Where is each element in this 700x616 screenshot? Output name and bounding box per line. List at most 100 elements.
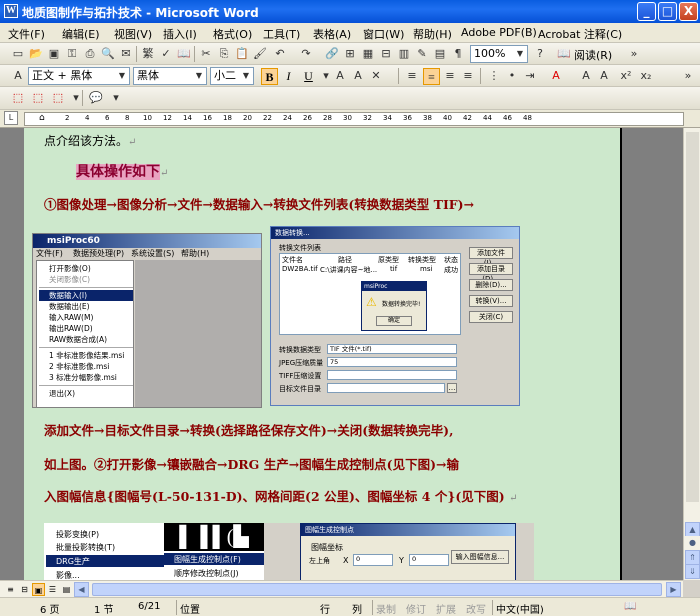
web-layout-icon[interactable]: ⊟ bbox=[18, 583, 31, 596]
toolbar-options-icon[interactable]: » bbox=[626, 46, 642, 62]
convert-and-email-icon[interactable]: ⬚ bbox=[30, 90, 46, 106]
horizontal-scrollbar[interactable]: ≡ ⊟ ▣ ☰ ▤ ◀ ▶ bbox=[0, 580, 683, 597]
font-color-icon[interactable]: A bbox=[548, 68, 564, 84]
font-size-combo[interactable]: 小二 ▼ bbox=[210, 67, 254, 85]
normal-view-icon[interactable]: ≡ bbox=[4, 583, 17, 596]
menu-insert[interactable]: 插入(I) bbox=[163, 26, 197, 42]
read-mode-icon[interactable]: 📖 bbox=[556, 46, 572, 62]
align-right-icon[interactable]: ≡ bbox=[442, 68, 458, 84]
menu-acrobat-comments[interactable]: Acrobat 注释(C) bbox=[538, 26, 622, 42]
status-overtype[interactable]: 改写 bbox=[466, 601, 486, 616]
italic-button[interactable]: I bbox=[280, 68, 297, 85]
status-record[interactable]: 录制 bbox=[376, 601, 396, 616]
print-layout-icon[interactable]: ▣ bbox=[32, 583, 45, 596]
comment-icon[interactable]: 💬 bbox=[88, 90, 104, 106]
ruler-strip[interactable]: ⌂ 2 4 6 8 10 12 14 16 18 20 22 24 26 28 … bbox=[24, 112, 684, 126]
new-document-icon[interactable]: ▭ bbox=[10, 46, 26, 62]
traditional-chinese-icon[interactable]: 繁 bbox=[140, 46, 156, 62]
toolbar-options-icon[interactable]: ▾ bbox=[108, 90, 124, 106]
style-combo[interactable]: 正文 + 黑体 ▼ bbox=[28, 67, 130, 85]
align-left-icon[interactable]: ≡ bbox=[404, 68, 420, 84]
grow-font-icon[interactable]: A bbox=[578, 68, 594, 84]
format-painter-icon[interactable]: 🖌 bbox=[252, 46, 268, 62]
word-app-icon[interactable]: W bbox=[4, 4, 18, 18]
scroll-right-button[interactable]: ▶ bbox=[666, 582, 681, 597]
drawing-icon[interactable]: ✎ bbox=[414, 46, 430, 62]
shrink-font-icon[interactable]: A bbox=[596, 68, 612, 84]
character-shading-icon[interactable]: A bbox=[350, 68, 366, 84]
undo-icon[interactable]: ↶ bbox=[272, 46, 288, 62]
convert-to-pdf-icon[interactable]: ⬚ bbox=[10, 90, 26, 106]
tables-borders-icon[interactable]: ⊞ bbox=[342, 46, 358, 62]
menu-table[interactable]: 表格(A) bbox=[313, 26, 351, 42]
insert-table-icon[interactable]: ▦ bbox=[360, 46, 376, 62]
zoom-combo[interactable]: 100% ▼ bbox=[470, 45, 528, 63]
chevron-down-icon[interactable]: ▼ bbox=[116, 69, 128, 83]
spelling-icon[interactable]: ✓ bbox=[158, 46, 174, 62]
chevron-down-icon[interactable]: ▼ bbox=[514, 47, 526, 61]
document-page[interactable]: 点介绍该方法。↵ 具体操作如下↵ ①图像处理→图像分析→文件→数据输入→转换文件… bbox=[24, 128, 620, 580]
columns-icon[interactable]: ▥ bbox=[396, 46, 412, 62]
bold-button[interactable]: B bbox=[261, 68, 278, 85]
close-button[interactable]: X bbox=[679, 2, 698, 21]
indent-marker-icon[interactable]: ⌂ bbox=[39, 113, 45, 123]
help-icon[interactable]: ? bbox=[532, 46, 548, 62]
tab-selector-icon[interactable]: L bbox=[4, 111, 18, 125]
menu-edit[interactable]: 编辑(E) bbox=[62, 26, 100, 42]
scrollbar-thumb[interactable] bbox=[92, 583, 662, 596]
show-hide-icon[interactable]: ¶ bbox=[450, 46, 466, 62]
redo-icon[interactable]: ↷ bbox=[298, 46, 314, 62]
scroll-up-button[interactable]: ▲ bbox=[685, 522, 700, 537]
character-border-icon[interactable]: A bbox=[332, 68, 348, 84]
document-map-icon[interactable]: ▤ bbox=[432, 46, 448, 62]
paste-icon[interactable]: 📋 bbox=[234, 46, 250, 62]
menu-file[interactable]: 文件(F) bbox=[8, 26, 45, 42]
next-page-icon[interactable]: ⇓ bbox=[685, 564, 700, 579]
font-combo[interactable]: 黑体 ▼ bbox=[133, 67, 207, 85]
menu-window[interactable]: 窗口(W) bbox=[363, 26, 404, 42]
menu-view[interactable]: 视图(V) bbox=[114, 26, 152, 42]
subscript-icon[interactable]: x₂ bbox=[638, 68, 654, 84]
chevron-down-icon[interactable]: ▼ bbox=[240, 69, 252, 83]
select-browse-object-icon[interactable]: ● bbox=[685, 536, 700, 551]
scroll-left-button[interactable]: ◀ bbox=[74, 582, 89, 597]
reading-layout-icon[interactable]: ▤ bbox=[60, 583, 73, 596]
hyperlink-icon[interactable]: 🔗 bbox=[324, 46, 340, 62]
status-track-changes[interactable]: 修订 bbox=[406, 601, 426, 616]
numbering-icon[interactable]: ⋮ bbox=[486, 68, 502, 84]
menu-help[interactable]: 帮助(H) bbox=[413, 26, 452, 42]
copy-icon[interactable]: ⎘ bbox=[216, 46, 232, 62]
menu-adobe-pdf[interactable]: Adobe PDF(B) bbox=[461, 26, 537, 39]
previous-page-icon[interactable]: ⇑ bbox=[685, 550, 700, 565]
status-extend[interactable]: 扩展 bbox=[436, 601, 456, 616]
superscript-icon[interactable]: x² bbox=[618, 68, 634, 84]
insert-excel-icon[interactable]: ⊟ bbox=[378, 46, 394, 62]
save-icon[interactable]: ▣ bbox=[46, 46, 62, 62]
outline-view-icon[interactable]: ☰ bbox=[46, 583, 59, 596]
spelling-status-icon[interactable]: 📖 bbox=[624, 601, 636, 612]
justify-icon[interactable]: ≡ bbox=[460, 68, 476, 84]
bullets-icon[interactable]: • bbox=[504, 68, 520, 84]
styles-formatting-icon[interactable]: A bbox=[10, 68, 26, 84]
print-preview-icon[interactable]: 🔍 bbox=[100, 46, 116, 62]
toolbar-options-icon[interactable]: » bbox=[680, 68, 696, 84]
underline-button[interactable]: U bbox=[300, 68, 317, 85]
maximize-button[interactable]: □ bbox=[658, 2, 677, 21]
print-icon[interactable]: ⎙ bbox=[82, 46, 98, 62]
align-center-icon[interactable]: ≡ bbox=[423, 68, 440, 85]
vertical-scrollbar[interactable]: ▲ ● ⇑ ⇓ bbox=[683, 128, 700, 580]
minimize-button[interactable]: _ bbox=[637, 2, 656, 21]
research-icon[interactable]: 📖 bbox=[176, 46, 192, 62]
read-mode-button[interactable]: 阅读(R) bbox=[574, 47, 612, 63]
scrollbar-track[interactable] bbox=[686, 132, 699, 502]
open-folder-icon[interactable]: 📂 bbox=[28, 46, 44, 62]
character-scaling-icon[interactable]: ✕ bbox=[368, 68, 384, 84]
indent-icon[interactable]: ⇥ bbox=[522, 68, 538, 84]
menu-format[interactable]: 格式(O) bbox=[213, 26, 252, 42]
menu-tools[interactable]: 工具(T) bbox=[263, 26, 300, 42]
email-icon[interactable]: ✉ bbox=[118, 46, 134, 62]
permission-icon[interactable]: ⚿ bbox=[64, 46, 80, 62]
cut-icon[interactable]: ✂ bbox=[198, 46, 214, 62]
chevron-down-icon[interactable]: ▼ bbox=[193, 69, 205, 83]
document-area[interactable]: 点介绍该方法。↵ 具体操作如下↵ ①图像处理→图像分析→文件→数据输入→转换文件… bbox=[0, 128, 683, 580]
